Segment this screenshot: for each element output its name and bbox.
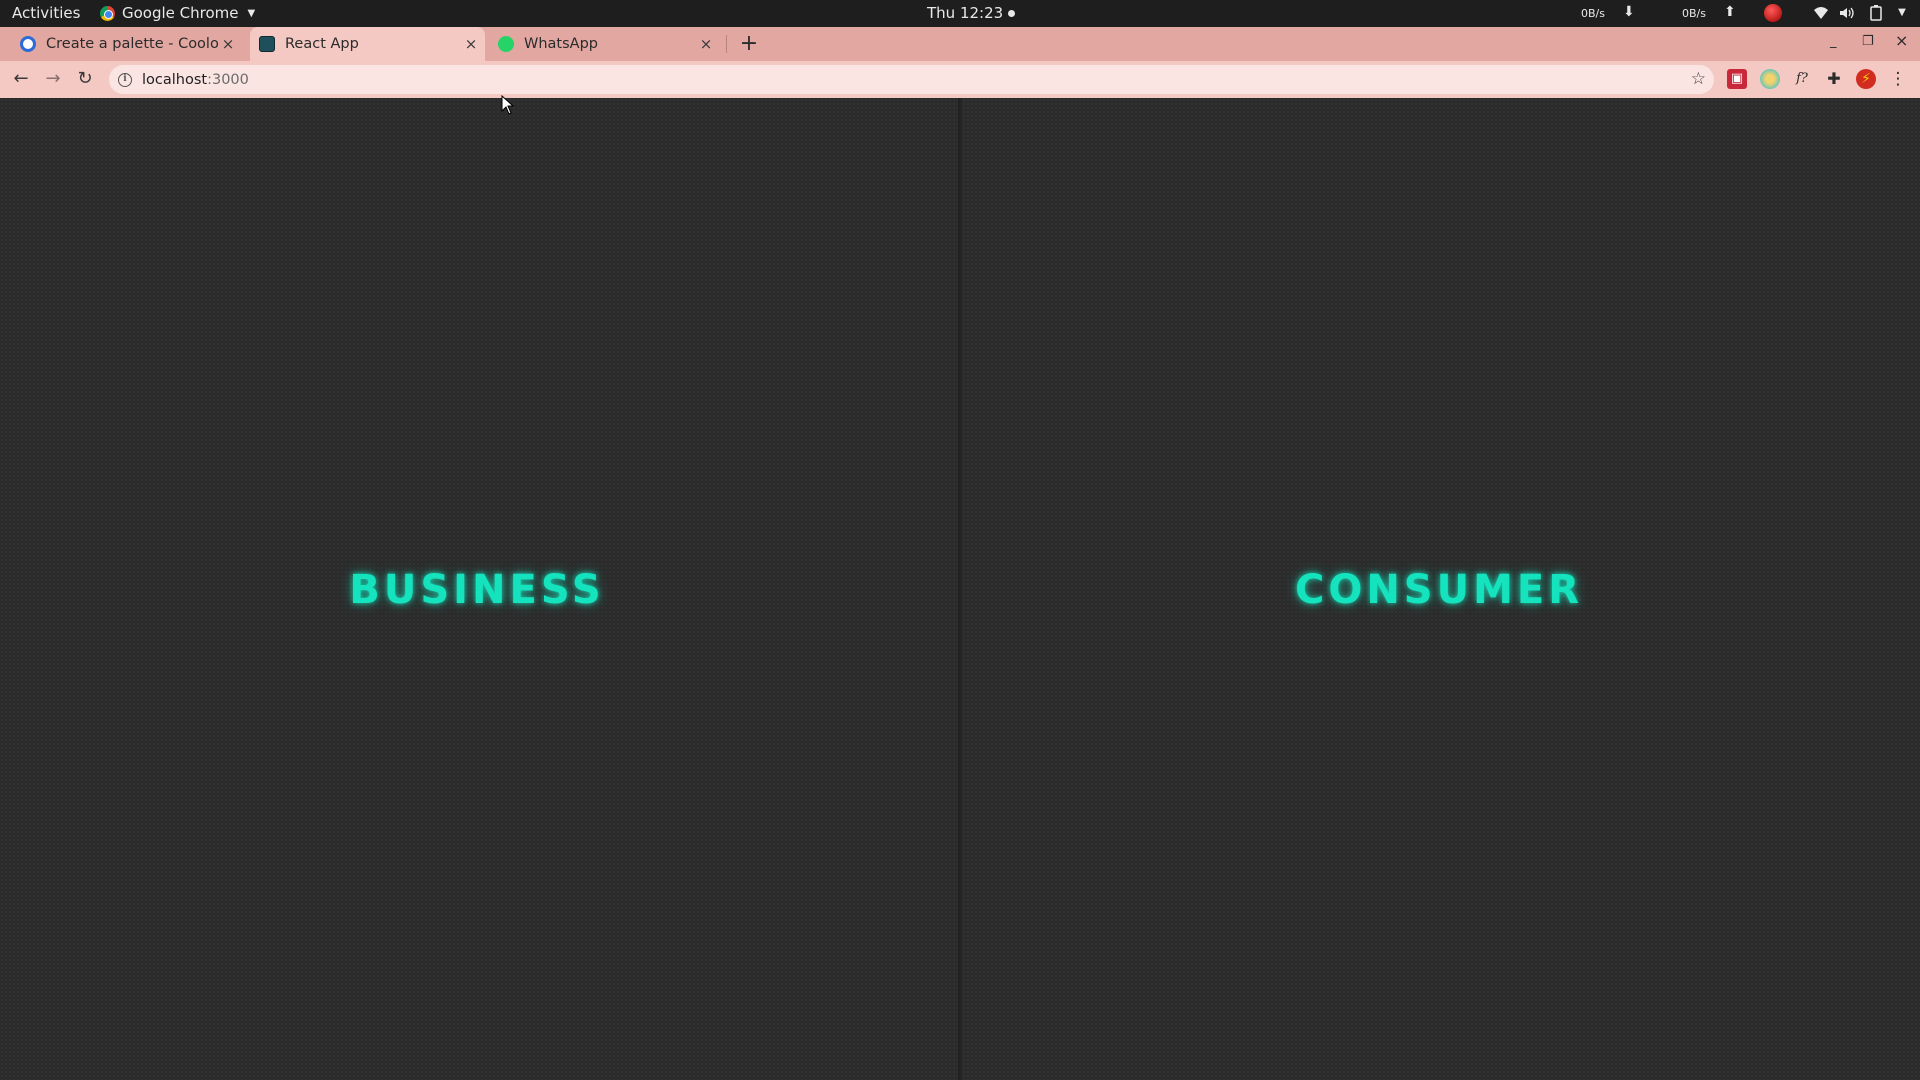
battery-icon[interactable] (1867, 4, 1885, 22)
chrome-menu-button[interactable]: ⋮ (1888, 69, 1908, 89)
page-content: BUSINESS CONSUMER (0, 98, 1920, 1080)
system-top-bar: Activities Google Chrome ▼ Thu 12:23 0B/… (0, 0, 1920, 27)
site-info-icon[interactable]: i (118, 72, 132, 87)
app-menu[interactable]: Google Chrome ▼ (100, 4, 255, 22)
upload-arrow-icon: ⬆ (1724, 4, 1736, 20)
forward-button[interactable]: → (41, 67, 65, 91)
minimize-button[interactable]: _ (1830, 34, 1837, 49)
tab-strip: Create a palette - Coolors × React App ×… (0, 27, 1920, 61)
net-up-speed: 0B/s (1682, 7, 1706, 20)
chrome-icon (100, 5, 115, 21)
app-menu-label: Google Chrome (122, 4, 239, 22)
tab-coolors[interactable]: Create a palette - Coolors × (20, 27, 242, 61)
business-label[interactable]: BUSINESS (0, 567, 956, 613)
clock[interactable]: Thu 12:23 (927, 4, 1016, 22)
tab-separator (726, 35, 727, 53)
activities-button[interactable]: Activities (12, 4, 80, 22)
chevron-down-icon: ▼ (247, 7, 256, 19)
extension-red-icon[interactable]: ▣ (1727, 69, 1747, 89)
tab-react-app[interactable]: React App × (250, 27, 485, 61)
consumer-panel[interactable]: CONSUMER (962, 98, 1920, 1080)
download-arrow-icon: ⬇ (1623, 4, 1635, 20)
new-tab-button[interactable]: + (738, 27, 760, 61)
net-down-speed: 0B/s (1581, 7, 1605, 20)
close-icon[interactable]: × (463, 35, 479, 53)
wifi-icon[interactable] (1812, 4, 1830, 22)
extensions-puzzle-icon[interactable]: ✚ (1824, 69, 1844, 89)
extension-font-icon[interactable]: f? (1792, 69, 1812, 89)
reload-button[interactable]: ↻ (73, 67, 97, 91)
maximize-button[interactable]: ❐ (1862, 34, 1874, 49)
close-icon[interactable]: × (220, 35, 236, 53)
address-bar[interactable]: i localhost:3000 ☆ (109, 65, 1714, 94)
bookmark-star-icon[interactable]: ☆ (1691, 69, 1706, 89)
url-port: :3000 (207, 71, 249, 88)
business-panel[interactable]: BUSINESS (0, 98, 958, 1080)
tab-label: React App (285, 36, 359, 52)
notification-dot-icon (1008, 9, 1016, 17)
coolors-icon (20, 36, 36, 52)
browser-toolbar: ← → ↻ i localhost:3000 ☆ (0, 61, 1920, 98)
react-app-icon (259, 36, 275, 52)
system-menu-chevron-icon[interactable]: ▼ (1893, 4, 1911, 22)
profile-avatar[interactable]: ⚡ (1856, 69, 1876, 89)
tab-label: Create a palette - Coolors (46, 36, 220, 52)
url-text[interactable]: localhost:3000 (142, 72, 249, 88)
close-icon[interactable]: × (698, 35, 714, 53)
extension-color-icon[interactable] (1760, 69, 1780, 89)
consumer-label[interactable]: CONSUMER (960, 567, 1918, 613)
whatsapp-icon (498, 36, 514, 52)
volume-icon[interactable] (1838, 4, 1856, 22)
url-host: localhost (142, 71, 208, 88)
clock-label: Thu 12:23 (927, 4, 1004, 22)
tab-whatsapp[interactable]: WhatsApp × (498, 27, 720, 61)
record-indicator-icon[interactable] (1764, 4, 1782, 22)
back-button[interactable]: ← (9, 67, 33, 91)
mouse-cursor-icon (501, 95, 515, 115)
tab-label: WhatsApp (524, 36, 598, 52)
close-window-button[interactable]: × (1895, 31, 1908, 50)
